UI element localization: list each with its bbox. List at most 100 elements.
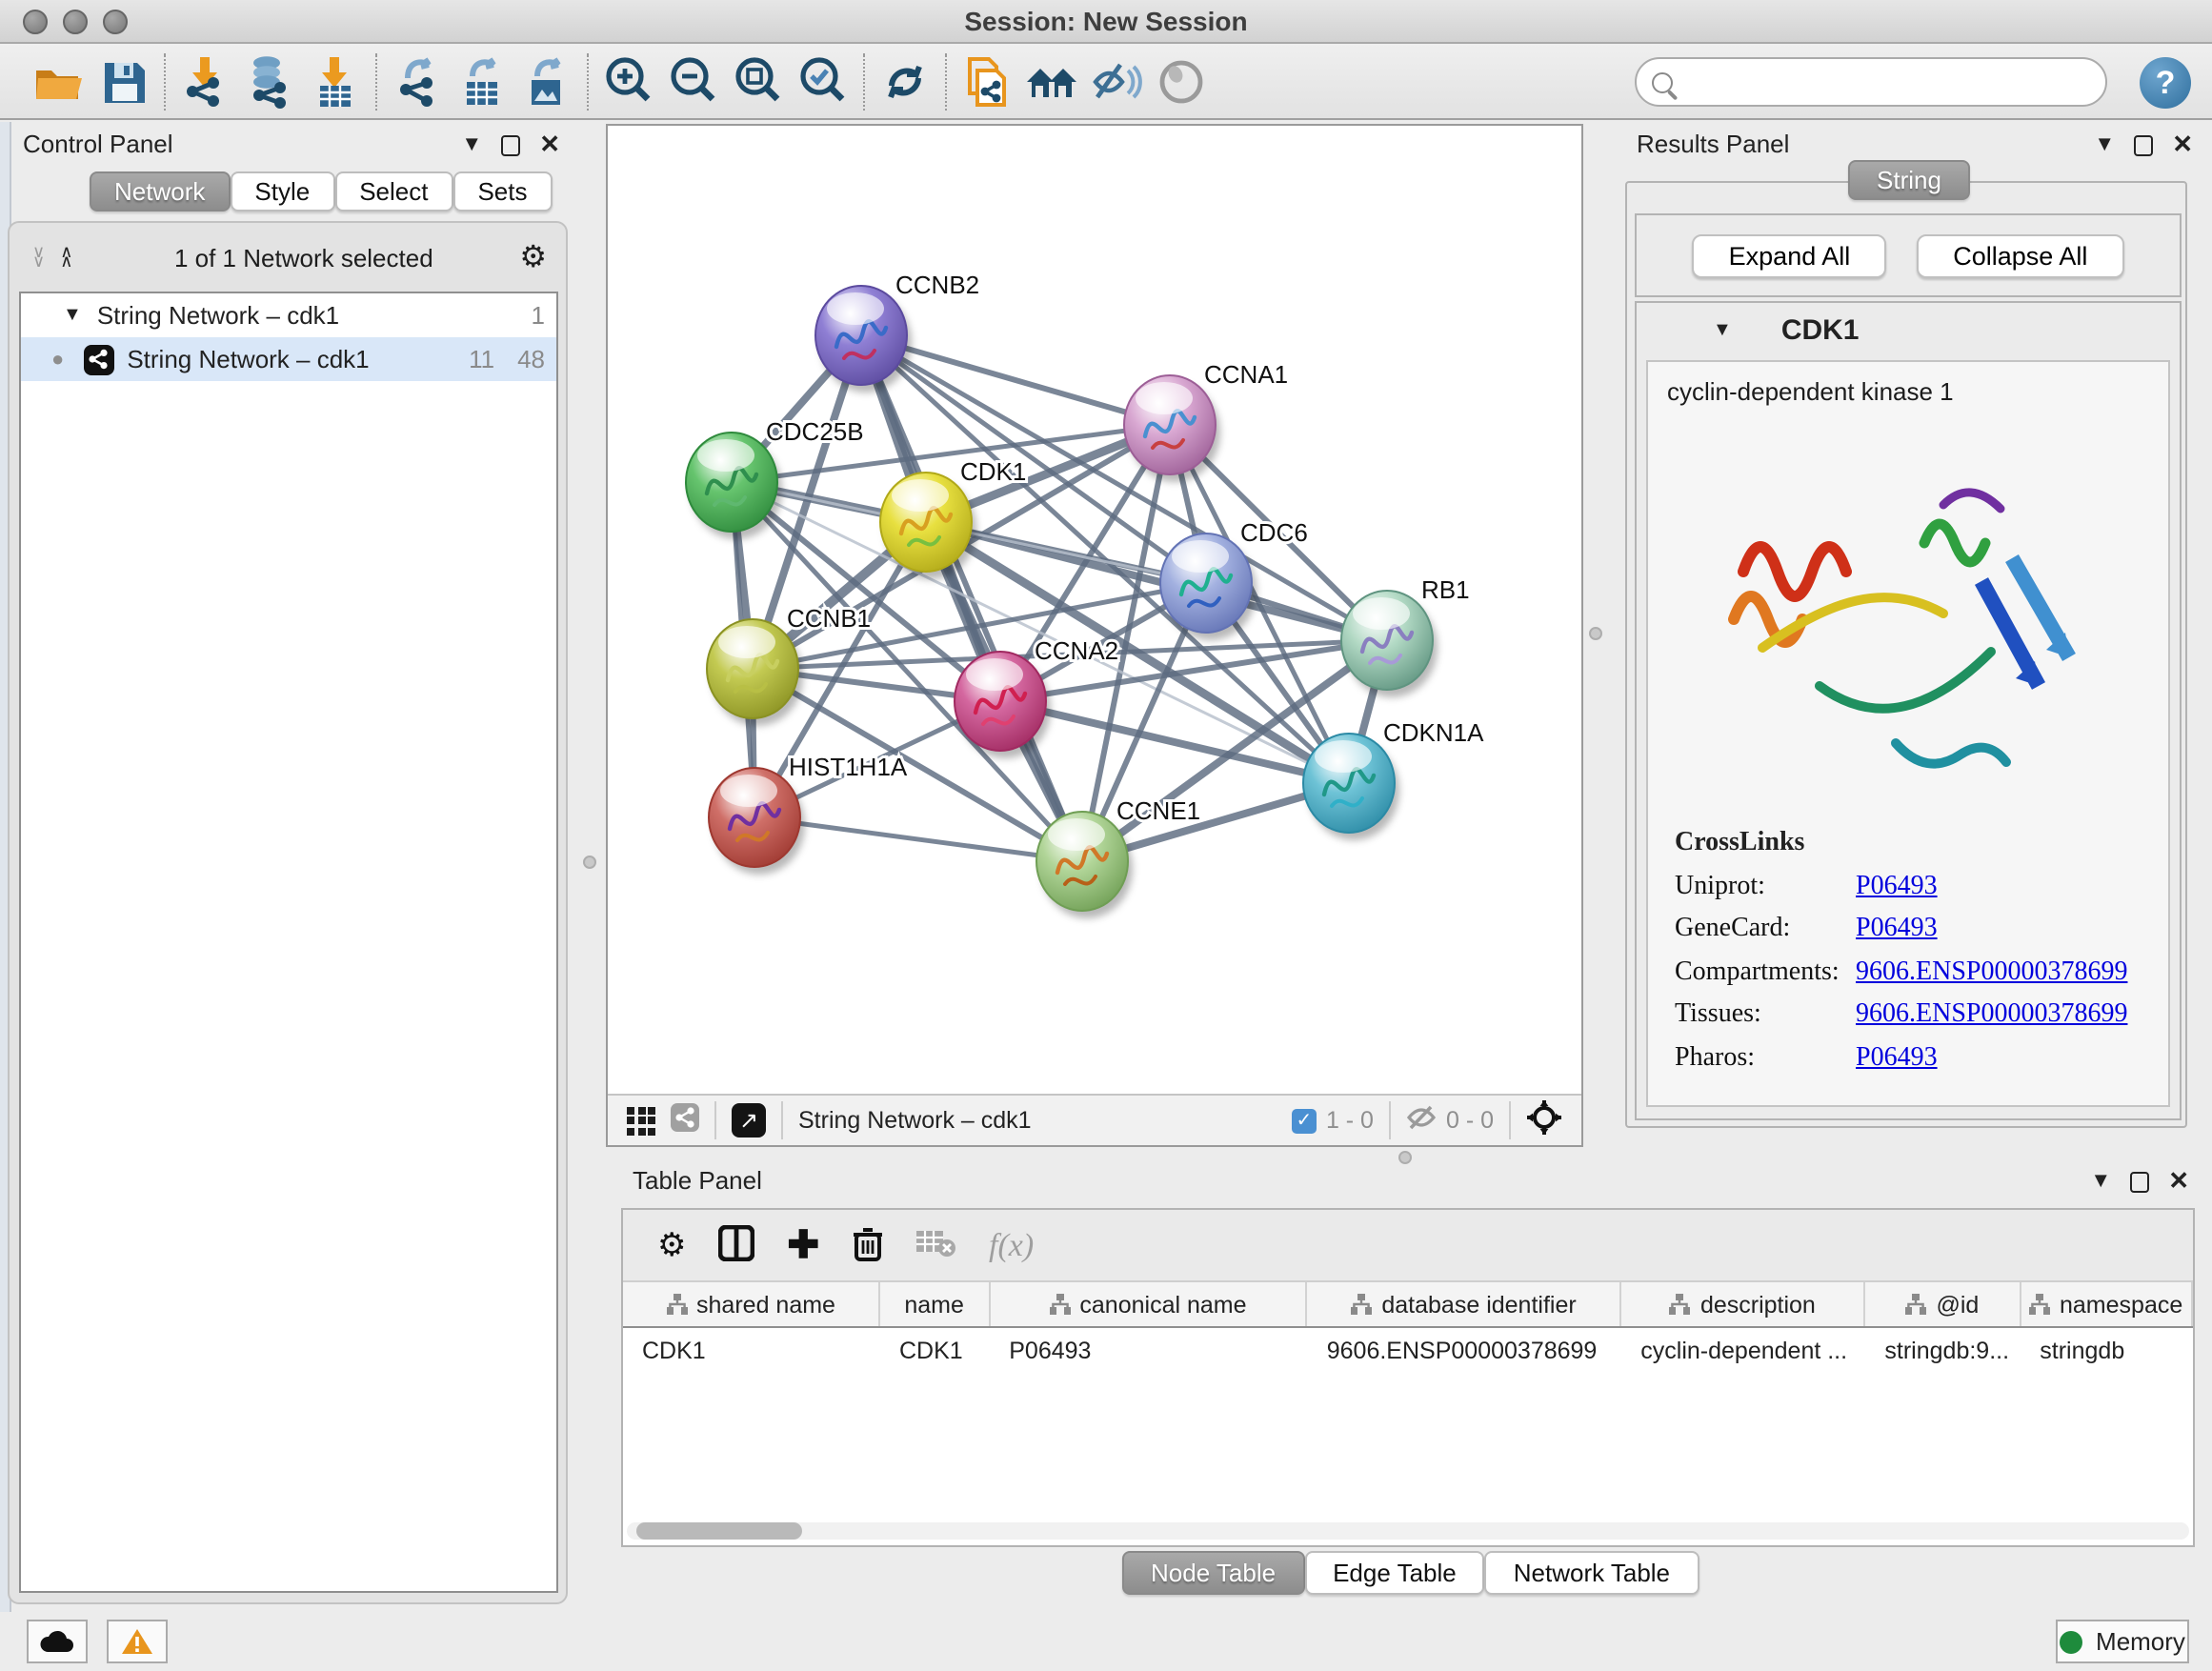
import-database-icon[interactable] xyxy=(238,49,303,113)
gear-icon[interactable]: ⚙ xyxy=(519,238,547,276)
node-label: CDKN1A xyxy=(1383,718,1484,747)
export-image-icon[interactable] xyxy=(514,49,579,113)
float-panel-icon[interactable]: ▼ xyxy=(2094,133,2115,156)
zoom-in-icon[interactable] xyxy=(596,49,661,113)
network-collection-row[interactable]: ▼ String Network – cdk1 1 xyxy=(21,293,556,337)
crosslink-link[interactable]: 9606.ENSP00000378699 xyxy=(1856,957,2127,988)
warning-icon[interactable] xyxy=(107,1620,168,1663)
crosslink-row: Tissues:9606.ENSP00000378699 xyxy=(1675,1000,2127,1031)
table-row[interactable]: CDK1CDK1P064939606.ENSP00000378699cyclin… xyxy=(623,1328,2193,1372)
column-header-canonical-name[interactable]: canonical name xyxy=(990,1282,1308,1326)
memory-button[interactable]: Memory xyxy=(2056,1620,2189,1663)
node-label: CDC25B xyxy=(766,417,864,446)
collapse-all-icon[interactable]: ∨∨ xyxy=(32,248,45,267)
search-input[interactable] xyxy=(1635,57,2107,107)
export-network-icon[interactable] xyxy=(385,49,450,113)
column-header-name[interactable]: name xyxy=(880,1282,990,1326)
delete-table-icon xyxy=(916,1227,956,1263)
column-header-shared-name[interactable]: shared name xyxy=(623,1282,880,1326)
close-panel-icon[interactable]: ✕ xyxy=(539,130,560,160)
network-list: ▼ String Network – cdk1 1 ● String Netwo… xyxy=(19,292,558,1593)
tab-network[interactable]: Network xyxy=(90,171,230,211)
column-header-namespace[interactable]: namespace xyxy=(2021,1282,2193,1326)
crosslink-link[interactable]: P06493 xyxy=(1856,915,1938,945)
tab-select[interactable]: Select xyxy=(334,171,452,211)
home-icon[interactable] xyxy=(1019,49,1084,113)
collapse-all-button[interactable]: Collapse All xyxy=(1917,233,2123,277)
network-node-cdk1[interactable]: CDK1 xyxy=(880,457,1026,579)
clone-network-icon[interactable] xyxy=(955,49,1019,113)
import-table-icon[interactable] xyxy=(303,49,368,113)
crosslink-link[interactable]: 9606.ENSP00000378699 xyxy=(1856,1000,2127,1031)
show-columns-icon[interactable] xyxy=(719,1224,755,1266)
network-node-hist1h1a[interactable]: HIST1H1A xyxy=(709,753,908,875)
crosslink-label: Tissues: xyxy=(1675,1000,1856,1031)
tab-edge-table[interactable]: Edge Table xyxy=(1304,1551,1485,1595)
crosslink-label: Compartments: xyxy=(1675,957,1856,988)
sphere-icon[interactable] xyxy=(1149,49,1214,113)
open-in-window-icon[interactable]: ↗ xyxy=(732,1103,766,1137)
maximize-panel-icon[interactable] xyxy=(501,134,520,155)
expand-all-button[interactable]: Expand All xyxy=(1693,233,1887,277)
import-network-icon[interactable] xyxy=(173,49,238,113)
crosslink-link[interactable]: P06493 xyxy=(1856,872,1938,902)
network-node-rb1[interactable]: RB1 xyxy=(1341,575,1470,697)
horizontal-scrollbar[interactable] xyxy=(627,1522,2189,1540)
zoom-selected-icon[interactable] xyxy=(791,49,855,113)
zoom-out-icon[interactable] xyxy=(661,49,726,113)
maximize-panel-icon[interactable] xyxy=(2134,134,2153,155)
splitter-handle[interactable] xyxy=(583,856,596,869)
column-header--id[interactable]: @id xyxy=(1865,1282,2021,1326)
export-table-icon[interactable] xyxy=(450,49,514,113)
network-node-ccnb2[interactable]: CCNB2 xyxy=(815,271,979,393)
tab-network-table[interactable]: Network Table xyxy=(1485,1551,1699,1595)
scrollbar-thumb[interactable] xyxy=(636,1522,802,1540)
share-gray-icon[interactable] xyxy=(671,1103,699,1137)
status-bar: Memory xyxy=(0,1612,2212,1671)
network-row-selected[interactable]: ● String Network – cdk1 11 48 xyxy=(21,337,556,381)
crosslinks-title: CrossLinks xyxy=(1675,829,2127,859)
cloud-icon[interactable] xyxy=(27,1620,88,1663)
birdseye-icon[interactable] xyxy=(1526,1099,1562,1141)
gear-icon[interactable]: ⚙ xyxy=(657,1226,687,1264)
open-session-icon[interactable] xyxy=(27,49,91,113)
save-session-icon[interactable] xyxy=(91,49,156,113)
close-panel-icon[interactable]: ✕ xyxy=(2168,1166,2189,1197)
table-header-row: shared namenamecanonical namedatabase id… xyxy=(623,1282,2193,1328)
node-label: HIST1H1A xyxy=(789,753,908,781)
crosslink-link[interactable]: P06493 xyxy=(1856,1043,1938,1074)
expand-all-icon[interactable]: ∧∧ xyxy=(60,248,72,267)
network-view[interactable]: CCNB2CCNA1CDC25BCDK1CDC6RB1CCNB1CCNA2CDK… xyxy=(606,124,1583,1147)
add-column-icon[interactable]: ✚ xyxy=(788,1221,820,1269)
splitter-handle[interactable] xyxy=(1589,627,1602,640)
column-header-description[interactable]: description xyxy=(1621,1282,1865,1326)
tab-node-table[interactable]: Node Table xyxy=(1122,1551,1304,1595)
column-header-database-identifier[interactable]: database identifier xyxy=(1308,1282,1622,1326)
help-icon[interactable]: ? xyxy=(2140,57,2191,109)
selected-checkbox-icon[interactable]: ✓ xyxy=(1292,1108,1317,1133)
refresh-icon[interactable] xyxy=(873,49,937,113)
maximize-panel-icon[interactable] xyxy=(2130,1171,2149,1192)
crosslink-label: Uniprot: xyxy=(1675,872,1856,902)
tab-style[interactable]: Style xyxy=(230,171,334,211)
network-node-ccna1[interactable]: CCNA1 xyxy=(1124,360,1288,482)
zoom-fit-icon[interactable] xyxy=(726,49,791,113)
grid-view-icon[interactable] xyxy=(627,1106,655,1135)
node-label: CDK1 xyxy=(960,457,1026,486)
network-canvas[interactable]: CCNB2CCNA1CDC25BCDK1CDC6RB1CCNB1CCNA2CDK… xyxy=(608,126,1581,1094)
collapse-arrow-icon[interactable]: ▼ xyxy=(63,305,82,326)
collapse-section-icon[interactable]: ▼ xyxy=(1713,319,1732,340)
float-panel-icon[interactable]: ▼ xyxy=(2090,1170,2111,1193)
control-panel-title: Control Panel xyxy=(23,130,173,160)
tab-sets[interactable]: Sets xyxy=(452,171,552,211)
table-body: CDK1CDK1P064939606.ENSP00000378699cyclin… xyxy=(623,1328,2193,1372)
crosslink-label: GeneCard: xyxy=(1675,915,1856,945)
delete-column-icon[interactable] xyxy=(852,1224,884,1266)
float-panel-icon[interactable]: ▼ xyxy=(461,133,482,156)
close-panel-icon[interactable]: ✕ xyxy=(2172,130,2193,160)
crosslink-row: GeneCard:P06493 xyxy=(1675,915,2127,945)
table-cell: stringdb:9... xyxy=(1865,1337,2021,1363)
tab-string[interactable]: String xyxy=(1848,160,1970,200)
network-node-cdkn1a[interactable]: CDKN1A xyxy=(1303,718,1484,840)
hide-panel-icon[interactable] xyxy=(1084,49,1149,113)
